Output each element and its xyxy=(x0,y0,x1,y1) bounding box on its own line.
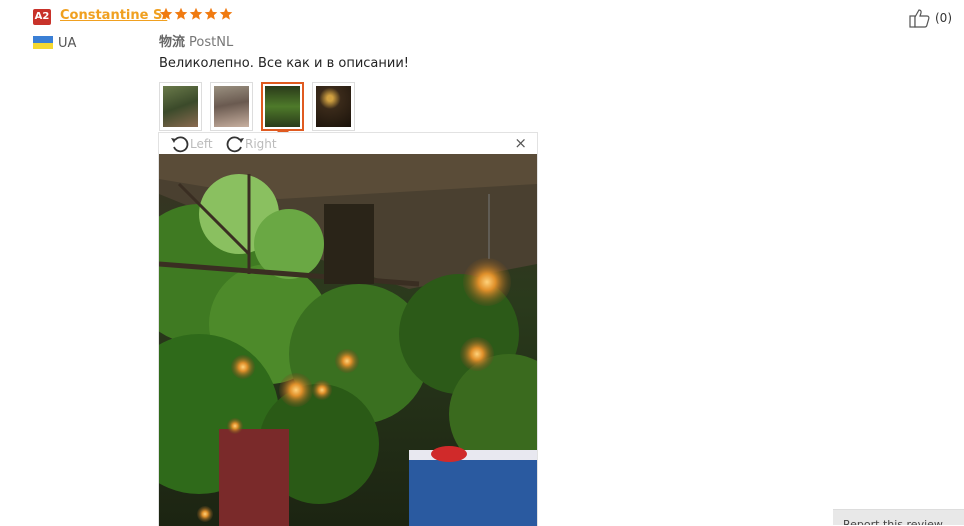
rotate-right-button[interactable]: Right xyxy=(225,135,277,153)
rotate-right-label: Right xyxy=(245,137,277,151)
reviewer-name-link[interactable]: Constantine S. xyxy=(60,8,167,23)
helpful-button[interactable]: (0) xyxy=(909,8,952,28)
close-icon[interactable]: × xyxy=(514,136,527,151)
star-icon xyxy=(189,7,203,20)
flag-ua-icon xyxy=(33,36,53,49)
thumbs-up-icon xyxy=(909,9,930,28)
thumbnail-photo-4[interactable] xyxy=(312,82,355,131)
viewer-toolbar: Left Right × xyxy=(159,133,537,154)
rotate-right-icon xyxy=(226,136,244,153)
logistics-label: 物流 xyxy=(159,35,186,50)
photo-thumbnails xyxy=(159,82,355,131)
thumbnail-photo-3[interactable] xyxy=(261,82,304,131)
report-review-button[interactable]: Report this review xyxy=(833,509,964,525)
star-icon xyxy=(159,7,173,20)
thumbnail-photo-1[interactable] xyxy=(159,82,202,131)
review-text: Великолепно. Все как и в описании! xyxy=(159,56,410,71)
star-icon xyxy=(174,7,188,20)
logistics-info: 物流 PostNL xyxy=(159,31,233,50)
rotate-left-label: Left xyxy=(190,137,213,151)
rotate-left-icon xyxy=(171,136,189,153)
rating-stars xyxy=(159,7,233,21)
logistics-value: PostNL xyxy=(189,35,234,50)
star-icon xyxy=(219,7,233,20)
star-icon xyxy=(204,7,218,20)
rotate-left-button[interactable]: Left xyxy=(170,135,213,153)
helpful-count: (0) xyxy=(935,11,952,25)
reviewer-country: UA xyxy=(58,36,77,51)
thumbnail-photo-2[interactable] xyxy=(210,82,253,131)
review-photo xyxy=(159,154,537,526)
reviewer-level-badge: A2 xyxy=(33,9,51,25)
photo-viewer: Left Right × xyxy=(158,132,538,526)
